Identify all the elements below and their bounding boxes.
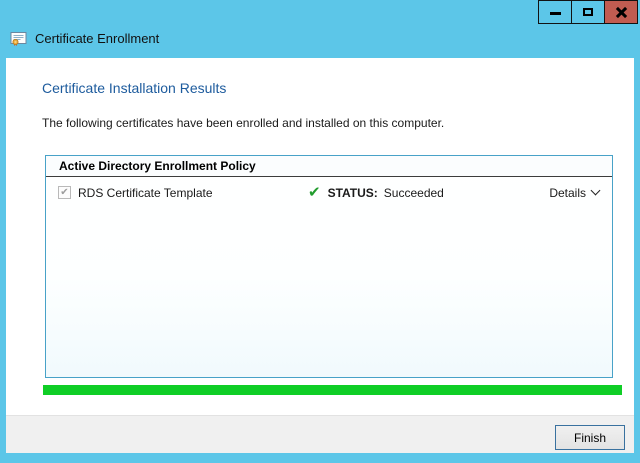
maximize-button[interactable]: [571, 0, 605, 24]
success-check-icon: ✔: [308, 185, 321, 200]
close-icon: [615, 6, 627, 18]
window-controls: [539, 0, 638, 24]
certificate-icon: [10, 30, 27, 47]
close-button[interactable]: [604, 0, 638, 24]
progress-bar-fill: [43, 385, 622, 395]
status-value: Succeeded: [384, 186, 444, 200]
chevron-down-icon: [591, 186, 601, 196]
progress-bar: [43, 385, 622, 395]
titlebar: Certificate Enrollment: [10, 30, 159, 47]
certificate-enrollment-window: Certificate Enrollment Certificate Insta…: [0, 0, 640, 463]
enrollment-policy-panel: Active Directory Enrollment Policy ✔ RDS…: [45, 155, 613, 378]
details-toggle[interactable]: Details: [549, 186, 599, 200]
wizard-content: Certificate Installation Results The fol…: [6, 58, 634, 415]
status-label: STATUS:: [328, 186, 378, 200]
footer-bar: Finish: [6, 415, 634, 453]
certificate-row: ✔ RDS Certificate Template ✔ STATUS: Suc…: [46, 177, 612, 200]
page-title: Certificate Installation Results: [42, 80, 226, 96]
maximize-icon: [583, 8, 593, 16]
minimize-icon: [550, 12, 561, 15]
minimize-button[interactable]: [538, 0, 572, 24]
certificate-status: ✔ STATUS: Succeeded: [308, 185, 549, 200]
certificate-template-label: RDS Certificate Template: [78, 186, 213, 200]
certificate-checkbox[interactable]: ✔: [58, 186, 71, 199]
checkbox-check-icon: ✔: [60, 188, 68, 198]
certificate-row-left: ✔ RDS Certificate Template: [58, 186, 308, 200]
finish-button[interactable]: Finish: [555, 425, 625, 450]
details-label: Details: [549, 186, 586, 200]
page-description: The following certificates have been enr…: [42, 116, 444, 130]
panel-header: Active Directory Enrollment Policy: [46, 156, 612, 177]
window-title: Certificate Enrollment: [35, 31, 159, 46]
